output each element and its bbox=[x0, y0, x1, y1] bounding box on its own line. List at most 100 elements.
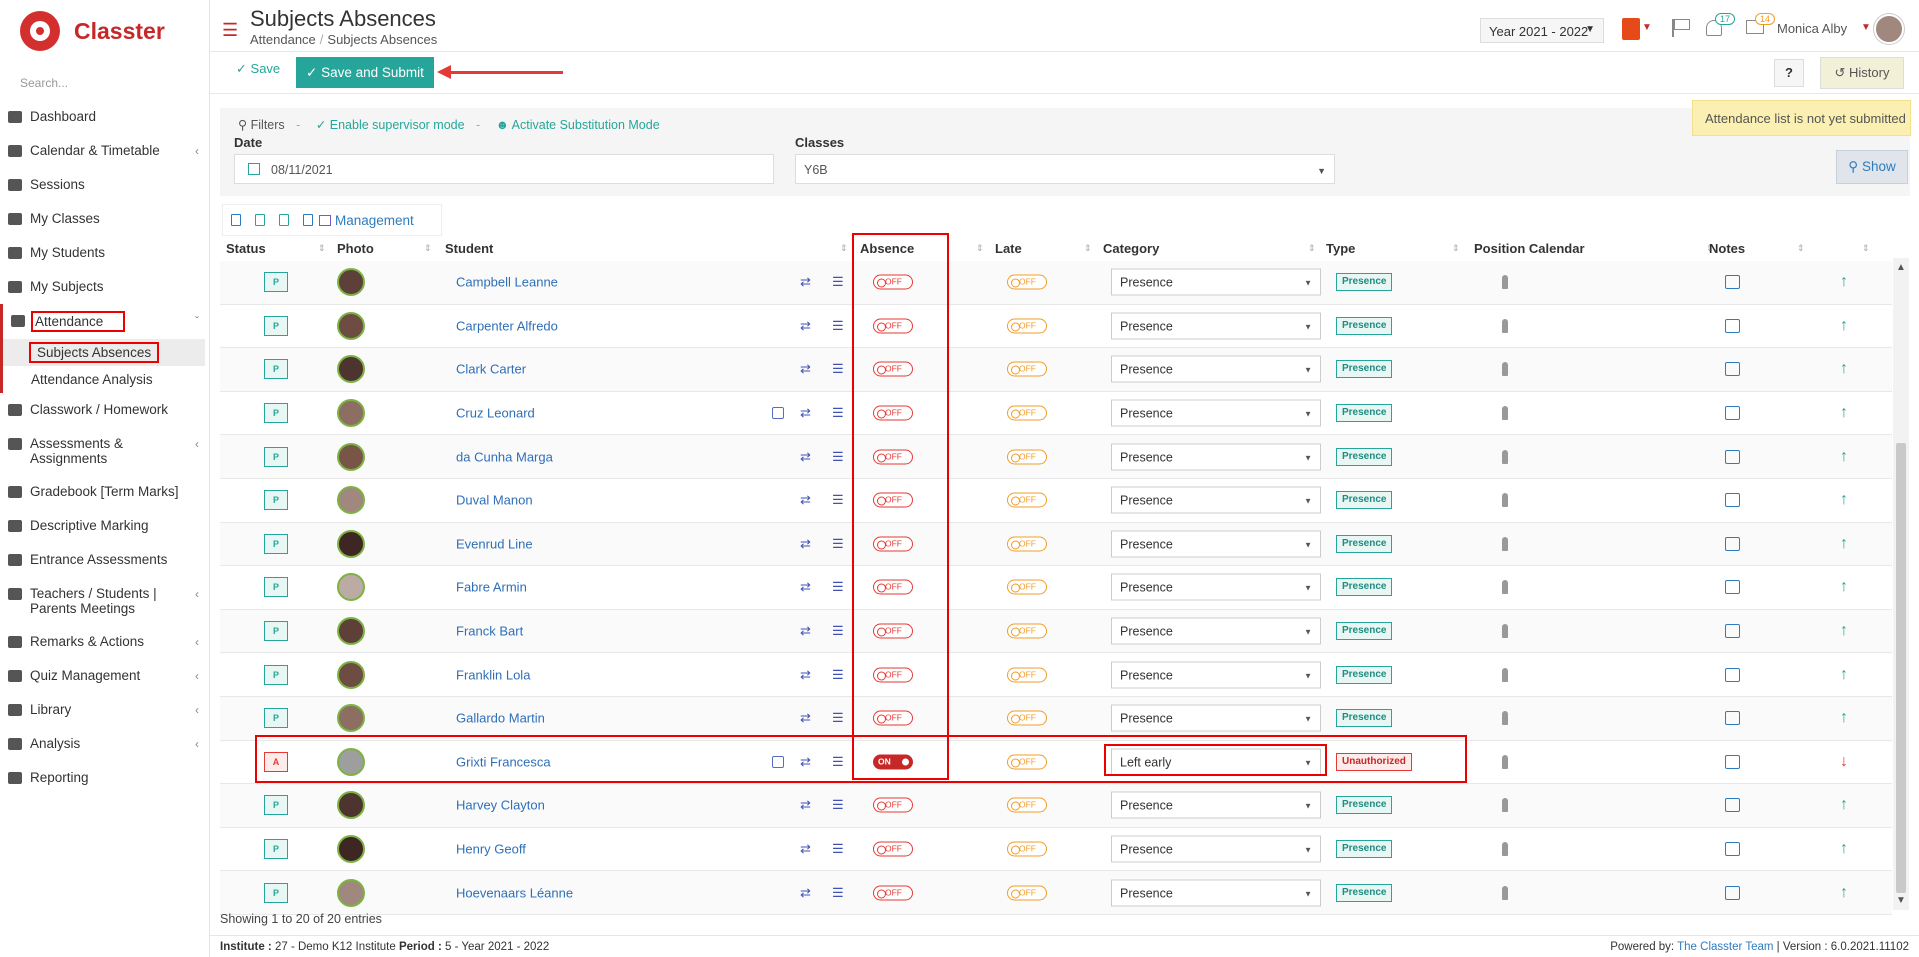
arrow-up-icon[interactable]: ↑ bbox=[1840, 317, 1848, 335]
late-toggle[interactable]: OFF bbox=[1007, 318, 1047, 334]
chevron-left-icon[interactable]: ‹ bbox=[195, 703, 199, 717]
category-select[interactable]: Left early ▼ bbox=[1111, 748, 1321, 776]
shuffle-icon[interactable]: ⇄ bbox=[800, 754, 811, 770]
absence-toggle[interactable]: OFF bbox=[873, 797, 913, 813]
late-toggle[interactable]: OFF bbox=[1007, 667, 1047, 683]
edit-note-icon[interactable] bbox=[1725, 406, 1740, 421]
sort-icon[interactable]: ⇕ bbox=[1797, 243, 1805, 254]
shuffle-icon[interactable]: ⇄ bbox=[800, 623, 811, 639]
absence-toggle[interactable]: OFF bbox=[873, 579, 913, 595]
user-name[interactable]: Monica Alby bbox=[1777, 21, 1847, 36]
edit-note-icon[interactable] bbox=[1725, 318, 1740, 333]
absence-toggle[interactable]: OFF bbox=[873, 623, 913, 639]
save-and-submit-button[interactable]: ✓ Save and Submit bbox=[296, 57, 434, 88]
position-calendar-icon[interactable] bbox=[1502, 885, 1508, 900]
sidebar-item-calendar-timetable[interactable]: Calendar & Timetable ‹ bbox=[0, 134, 209, 168]
sidebar-item-descriptive-marking[interactable]: Descriptive Marking bbox=[0, 509, 209, 543]
chevron-left-icon[interactable]: ‹ bbox=[195, 635, 199, 649]
chevron-left-icon[interactable]: ‹ bbox=[195, 737, 199, 751]
late-toggle[interactable]: OFF bbox=[1007, 536, 1047, 552]
student-name-link[interactable]: Franck Bart bbox=[456, 624, 523, 639]
classter-team-link[interactable]: The Classter Team bbox=[1677, 941, 1773, 953]
absence-toggle[interactable]: OFF bbox=[873, 536, 913, 552]
list-icon[interactable]: ☰ bbox=[832, 449, 844, 465]
sort-icon[interactable]: ⇕ bbox=[318, 243, 326, 254]
late-toggle[interactable]: OFF bbox=[1007, 405, 1047, 421]
late-toggle[interactable]: OFF bbox=[1007, 710, 1047, 726]
enable-supervisor-mode-link[interactable]: ✓ Enable supervisor mode bbox=[316, 118, 465, 132]
student-name-link[interactable]: Henry Geoff bbox=[456, 842, 526, 857]
category-select[interactable]: Presence ▼ bbox=[1111, 835, 1321, 863]
position-calendar-icon[interactable] bbox=[1502, 754, 1508, 769]
col-status[interactable]: Status bbox=[226, 241, 266, 256]
shuffle-icon[interactable]: ⇄ bbox=[800, 797, 811, 813]
chevron-left-icon[interactable]: ‹ bbox=[195, 144, 199, 158]
list-icon[interactable]: ☰ bbox=[832, 710, 844, 726]
late-toggle[interactable]: OFF bbox=[1007, 797, 1047, 813]
avatar[interactable] bbox=[1874, 14, 1904, 44]
position-calendar-icon[interactable] bbox=[1502, 362, 1508, 377]
chevron-down-icon[interactable]: ▼ bbox=[1861, 22, 1871, 33]
category-select[interactable]: Presence ▼ bbox=[1111, 573, 1321, 601]
breadcrumb-attendance[interactable]: Attendance bbox=[250, 32, 316, 47]
arrow-down-icon[interactable]: ↓ bbox=[1840, 753, 1848, 771]
list-icon[interactable]: ☰ bbox=[832, 797, 844, 813]
absence-toggle[interactable]: OFF bbox=[873, 405, 913, 421]
student-name-link[interactable]: Hoevenaars Léanne bbox=[456, 885, 573, 900]
help-button[interactable]: ? bbox=[1774, 59, 1804, 87]
student-name-link[interactable]: da Cunha Marga bbox=[456, 449, 553, 464]
absence-toggle[interactable]: OFF bbox=[873, 667, 913, 683]
late-toggle[interactable]: OFF bbox=[1007, 841, 1047, 857]
arrow-up-icon[interactable]: ↑ bbox=[1840, 840, 1848, 858]
position-calendar-icon[interactable] bbox=[1502, 667, 1508, 682]
save-button[interactable]: ✓ Save bbox=[236, 61, 280, 77]
chevron-left-icon[interactable]: ‹ bbox=[195, 437, 199, 451]
sort-icon[interactable]: ⇕ bbox=[1862, 243, 1870, 254]
edit-note-icon[interactable] bbox=[1725, 667, 1740, 682]
csv-icon[interactable] bbox=[279, 214, 289, 226]
list-icon[interactable]: ☰ bbox=[832, 274, 844, 290]
late-toggle[interactable]: OFF bbox=[1007, 492, 1047, 508]
position-calendar-icon[interactable] bbox=[1502, 275, 1508, 290]
absence-toggle[interactable]: OFF bbox=[873, 274, 913, 290]
office-icon[interactable] bbox=[1622, 18, 1640, 40]
edit-note-icon[interactable] bbox=[1725, 362, 1740, 377]
late-toggle[interactable]: OFF bbox=[1007, 274, 1047, 290]
edit-note-icon[interactable] bbox=[1725, 711, 1740, 726]
sidebar-item-teachers-students-parents-meetings[interactable]: Teachers / Students | Parents Meetings ‹ bbox=[0, 577, 209, 625]
absence-toggle[interactable]: OFF bbox=[873, 318, 913, 334]
sidebar-item-my-students[interactable]: My Students bbox=[0, 236, 209, 270]
student-name-link[interactable]: Harvey Clayton bbox=[456, 798, 545, 813]
absence-toggle[interactable]: OFF bbox=[873, 361, 913, 377]
year-selector[interactable]: Year 2021 - 2022 ▼ bbox=[1480, 18, 1604, 43]
sidebar-item-gradebook-term-marks[interactable]: Gradebook [Term Marks] bbox=[0, 475, 209, 509]
chevron-left-icon[interactable]: ‹ bbox=[195, 669, 199, 683]
edit-note-icon[interactable] bbox=[1725, 842, 1740, 857]
sidebar-subitem-attendance-analysis[interactable]: Attendance Analysis bbox=[0, 366, 209, 393]
sidebar-item-analysis[interactable]: Analysis ‹ bbox=[0, 727, 209, 761]
shuffle-icon[interactable]: ⇄ bbox=[800, 492, 811, 508]
activate-substitution-mode-link[interactable]: ☻ Activate Substitution Mode bbox=[496, 118, 660, 132]
position-calendar-icon[interactable] bbox=[1502, 711, 1508, 726]
sort-icon[interactable]: ⇕ bbox=[840, 243, 848, 254]
student-name-link[interactable]: Franklin Lola bbox=[456, 667, 530, 682]
bus-icon[interactable] bbox=[772, 407, 784, 420]
category-select[interactable]: Presence ▼ bbox=[1111, 268, 1321, 296]
arrow-up-icon[interactable]: ↑ bbox=[1840, 709, 1848, 727]
list-icon[interactable]: ☰ bbox=[832, 754, 844, 770]
student-name-link[interactable]: Grixti Francesca bbox=[456, 754, 551, 769]
sidebar-item-assessments-assignments[interactable]: Assessments & Assignments ‹ bbox=[0, 427, 209, 475]
edit-note-icon[interactable] bbox=[1725, 754, 1740, 769]
sidebar-item-classwork-homework[interactable]: Classwork / Homework bbox=[0, 393, 209, 427]
shuffle-icon[interactable]: ⇄ bbox=[800, 579, 811, 595]
table-scrollbar[interactable]: ▲ ▼ bbox=[1893, 258, 1909, 910]
position-calendar-icon[interactable] bbox=[1502, 449, 1508, 464]
sort-icon[interactable]: ⇕ bbox=[424, 243, 432, 254]
arrow-up-icon[interactable]: ↑ bbox=[1840, 448, 1848, 466]
sidebar-subitem-subjects-absences[interactable]: Subjects Absences bbox=[0, 339, 205, 366]
arrow-up-icon[interactable]: ↑ bbox=[1840, 578, 1848, 596]
sort-icon[interactable]: ⇕ bbox=[976, 243, 984, 254]
position-calendar-icon[interactable] bbox=[1502, 580, 1508, 595]
shuffle-icon[interactable]: ⇄ bbox=[800, 885, 811, 901]
sort-icon[interactable]: ⇕ bbox=[1452, 243, 1460, 254]
